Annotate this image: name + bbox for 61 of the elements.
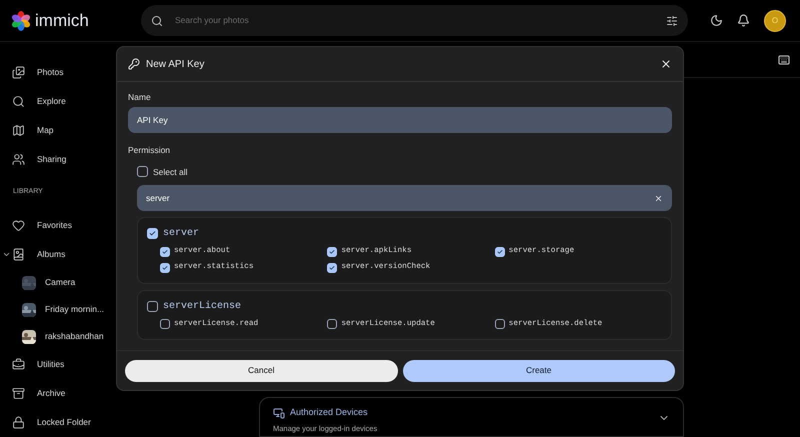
check-icon	[329, 264, 336, 271]
check-icon	[149, 230, 156, 238]
chevron-icon[interactable]	[2, 250, 10, 259]
toolbox-icon	[12, 358, 25, 371]
checkbox[interactable]	[160, 247, 170, 258]
map-icon	[12, 124, 25, 137]
sidebar-item[interactable]: Favorites	[12, 219, 72, 232]
card-title: Authorized Devices	[290, 406, 368, 419]
logo-icon	[11, 10, 31, 30]
group-title: server	[163, 227, 200, 242]
check-icon	[329, 249, 336, 256]
search-icon	[12, 95, 25, 108]
lock-icon	[12, 416, 25, 429]
checkbox[interactable]	[160, 262, 170, 273]
album-icon	[12, 248, 25, 261]
app-logo[interactable]: immich	[0, 8, 141, 34]
sidebar-item[interactable]: Locked Folder	[12, 416, 91, 429]
sidebar-item[interactable]: Archive	[12, 387, 66, 400]
close-icon[interactable]	[660, 58, 672, 70]
checkbox[interactable]	[494, 247, 505, 258]
heart-icon	[12, 219, 25, 232]
album-item[interactable]: Friday mornin...	[0, 296, 104, 323]
people-icon	[12, 153, 25, 166]
sidebar-item[interactable]: Sharing	[12, 153, 66, 166]
checkbox[interactable]	[327, 262, 338, 273]
filter-icon[interactable]	[666, 14, 678, 26]
checkbox[interactable]	[160, 319, 170, 330]
checkbox[interactable]	[327, 247, 338, 258]
checkbox[interactable]	[494, 319, 505, 330]
checkbox[interactable]	[137, 166, 148, 178]
album-item[interactable]: Camera	[0, 269, 76, 296]
sidebar-item[interactable]: Explore	[12, 95, 66, 108]
photos-icon	[12, 66, 25, 79]
search-icon	[151, 14, 163, 26]
create-button[interactable]: Create	[402, 360, 675, 382]
clear-icon[interactable]	[654, 194, 663, 203]
checkbox[interactable]	[147, 228, 158, 240]
devices-icon	[273, 406, 285, 419]
keyboard-icon[interactable]	[778, 54, 790, 66]
filter-field[interactable]: server	[137, 185, 672, 212]
sidebar-item[interactable]: Photos	[12, 66, 64, 79]
cancel-button[interactable]: Cancel	[125, 360, 398, 382]
checkbox-label: Select all	[153, 166, 188, 178]
name-field[interactable]: API Key	[128, 106, 672, 133]
notification-icon[interactable]	[737, 14, 750, 27]
checkbox[interactable]	[327, 319, 338, 330]
dialog-title: New API Key	[146, 58, 204, 72]
sidebar-item[interactable]: Map	[12, 124, 54, 137]
check-icon	[162, 264, 168, 271]
checkbox[interactable]	[147, 300, 158, 312]
sidebar-item[interactable]: Albums	[12, 248, 66, 261]
album-item[interactable]: rakshabandhan	[0, 323, 104, 350]
field-label: Name	[128, 91, 152, 104]
sidebar-item[interactable]: Utilities	[12, 358, 64, 371]
group-title: serverLicense	[163, 300, 242, 314]
archive-icon	[12, 387, 25, 400]
dark-mode-icon[interactable]	[710, 14, 723, 27]
check-icon	[162, 249, 168, 256]
key-icon	[128, 58, 140, 70]
check-icon	[496, 249, 503, 256]
field-label: Permission	[128, 144, 172, 156]
